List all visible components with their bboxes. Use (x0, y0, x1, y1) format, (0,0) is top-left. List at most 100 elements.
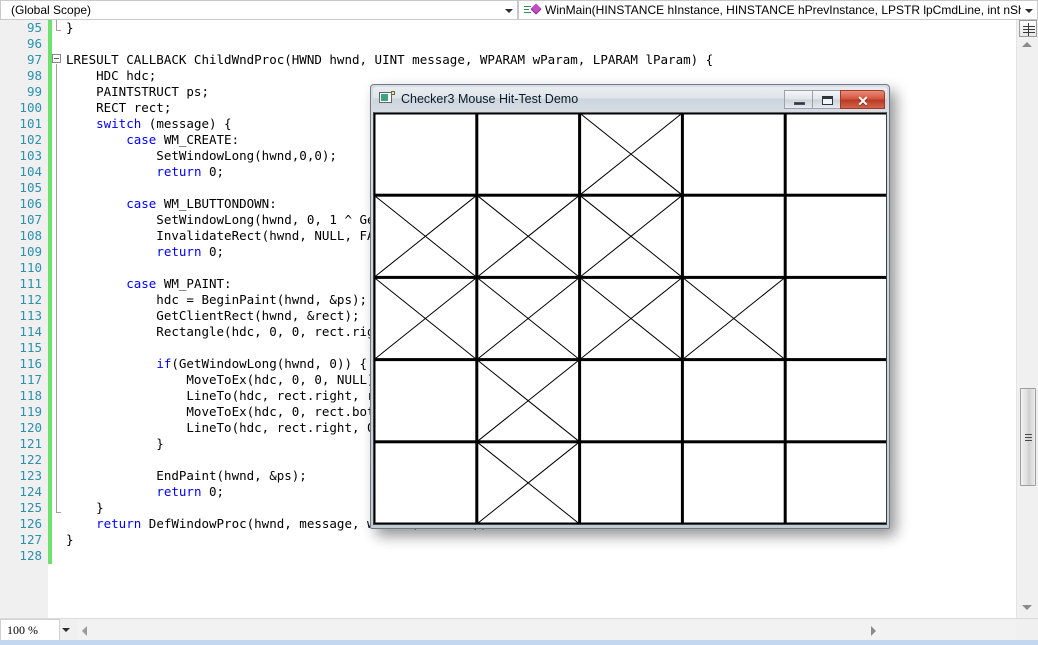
checker-cell-3-3[interactable] (681, 359, 786, 443)
code-line: 127} (0, 532, 1016, 548)
checker-cell-0-0[interactable] (374, 113, 478, 196)
line-number: 102 (0, 132, 48, 148)
code-line-text: HDC hdc; (66, 68, 157, 83)
vertical-scroll-thumb[interactable] (1020, 388, 1036, 486)
app-monitor-icon (379, 91, 395, 107)
scroll-up-arrow-icon[interactable] (1022, 42, 1032, 47)
code-line-text: case WM_LBUTTONDOWN: (126, 196, 277, 211)
maximize-icon[interactable] (812, 89, 841, 109)
scroll-down-arrow-icon[interactable] (1022, 605, 1032, 610)
checker-grid-client-area[interactable] (373, 112, 887, 525)
code-line-text: RECT rect; (66, 100, 172, 115)
line-number: 128 (0, 548, 48, 564)
code-line-text: PAINTSTRUCT ps; (66, 84, 209, 99)
checker-cell-3-0[interactable] (374, 359, 478, 443)
demo-window-title: Checker3 Mouse Hit-Test Demo (401, 92, 579, 106)
checker-cell-4-0[interactable] (374, 441, 478, 524)
minimize-icon[interactable] (784, 89, 813, 109)
line-number: 110 (0, 260, 48, 276)
line-number: 103 (0, 148, 48, 164)
code-line-text: } (66, 436, 164, 451)
code-line-text: GetClientRect(hwnd, &rect); (66, 308, 360, 323)
line-number: 127 (0, 532, 48, 548)
code-line: 97 LRESULT CALLBACK ChildWndProc(HWND hwn… (0, 52, 1016, 68)
line-number: 120 (0, 420, 48, 436)
checker-demo-window[interactable]: Checker3 Mouse Hit-Test Demo ✕ (370, 84, 890, 529)
scroll-left-arrow-icon[interactable] (82, 626, 87, 636)
split-view-icon[interactable] (1019, 20, 1037, 37)
horizontal-scrollbar[interactable] (78, 620, 1016, 642)
member-dropdown[interactable]: WinMain(HINSTANCE hInstance, HINSTANCE h… (518, 0, 1038, 20)
line-number: 108 (0, 228, 48, 244)
checker-cell-3-4[interactable] (784, 359, 887, 443)
zoom-level-dropdown[interactable]: 100 % (0, 619, 60, 641)
code-line: 96 (0, 36, 1016, 52)
code-line-text: SetWindowLong(hwnd,0,0); (66, 148, 337, 163)
line-number: 112 (0, 292, 48, 308)
close-icon[interactable]: ✕ (840, 89, 885, 109)
line-number: 107 (0, 212, 48, 228)
code-line-text: } (66, 500, 104, 515)
checker-cell-0-1[interactable] (476, 113, 581, 196)
line-number: 118 (0, 388, 48, 404)
code-line-text: switch (message) { (96, 116, 232, 131)
line-number: 113 (0, 308, 48, 324)
line-number: 117 (0, 372, 48, 388)
line-number: 95 (0, 20, 48, 36)
checker-grid[interactable] (374, 113, 887, 524)
line-number: 126 (0, 516, 48, 532)
checker-cell-2-4[interactable] (784, 276, 887, 361)
code-line-text: LRESULT CALLBACK ChildWndProc(HWND hwnd,… (66, 52, 714, 67)
checker-cell-4-3[interactable] (681, 441, 786, 524)
line-number: 124 (0, 484, 48, 500)
checker-cell-4-4[interactable] (784, 441, 887, 524)
window-bottom-strip (0, 640, 1038, 645)
code-line: 128 (0, 548, 1016, 564)
code-line-text: case WM_PAINT: (126, 276, 232, 291)
line-number: 115 (0, 340, 48, 356)
code-line-text: return 0; (156, 164, 225, 179)
scroll-right-arrow-icon[interactable] (871, 626, 876, 636)
checker-cell-1-4[interactable] (784, 194, 887, 278)
code-line-text: InvalidateRect(hwnd, NULL, FALSE); (66, 228, 413, 243)
line-number: 98 (0, 68, 48, 84)
checker-cell-1-3[interactable] (681, 194, 786, 278)
navigation-bar: (Global Scope) WinMain(HINSTANCE hInstan… (0, 0, 1038, 20)
demo-window-titlebar[interactable]: Checker3 Mouse Hit-Test Demo ✕ (373, 87, 887, 111)
code-line-text: LineTo(hdc, rect.right, 0); (66, 420, 390, 435)
line-number: 123 (0, 468, 48, 484)
chevron-down-icon[interactable] (62, 628, 70, 632)
line-number: 121 (0, 436, 48, 452)
visual-studio-window: (Global Scope) WinMain(HINSTANCE hInstan… (0, 0, 1038, 645)
line-number: 116 (0, 356, 48, 372)
caption-buttons: ✕ (784, 89, 885, 110)
scope-dropdown[interactable]: (Global Scope) (0, 0, 518, 20)
checker-cell-0-3[interactable] (681, 113, 786, 196)
code-line-text: hdc = BeginPaint(hwnd, &ps); (66, 292, 368, 307)
method-diamond-icon (523, 2, 543, 18)
checker-cell-3-2[interactable] (579, 359, 683, 443)
line-number: 97 (0, 52, 48, 68)
close-glyph: ✕ (857, 92, 869, 109)
line-number: 104 (0, 164, 48, 180)
line-number: 100 (0, 100, 48, 116)
code-line-text: MoveToEx(hdc, 0, 0, NULL); (66, 372, 383, 387)
code-line-text: return 0; (156, 244, 225, 259)
code-line-text: EndPaint(hwnd, &ps); (66, 468, 307, 483)
vertical-scrollbar[interactable] (1016, 20, 1038, 618)
line-number: 106 (0, 196, 48, 212)
line-number: 122 (0, 452, 48, 468)
checker-cell-0-4[interactable] (784, 113, 887, 196)
chevron-down-icon[interactable] (501, 1, 517, 19)
code-line-text: if(GetWindowLong(hwnd, 0)) { (156, 356, 368, 371)
line-number: 109 (0, 244, 48, 260)
line-number: 101 (0, 116, 48, 132)
chevron-down-icon[interactable] (1021, 1, 1037, 19)
checker-cell-4-2[interactable] (579, 441, 683, 524)
